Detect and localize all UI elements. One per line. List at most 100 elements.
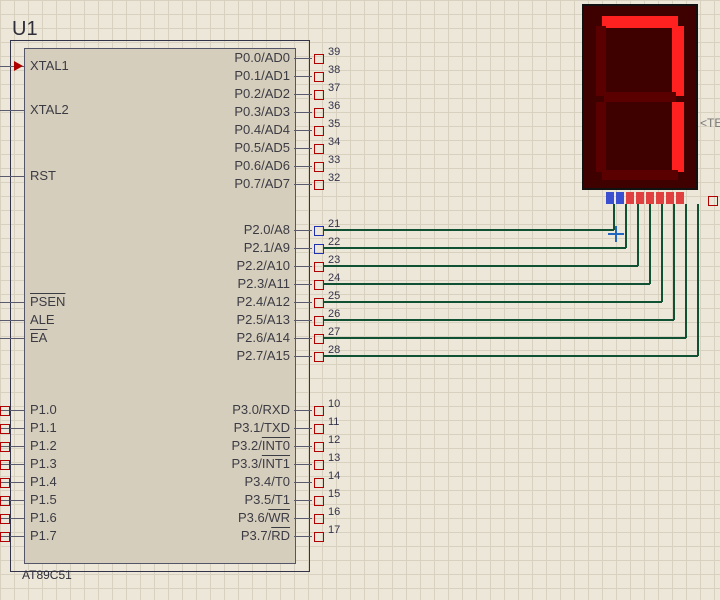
pin-stub (294, 284, 312, 285)
pin-number: 38 (328, 64, 340, 76)
left-pin-label: XTAL2 (30, 102, 69, 117)
pin-pad[interactable] (0, 478, 10, 488)
pin-number: 13 (328, 452, 340, 464)
right-pin-label: P3.6/WR (238, 510, 290, 525)
pin-stub (294, 94, 312, 95)
display-text-label: <TE (700, 116, 720, 130)
pin-stub (294, 518, 312, 519)
right-pin-label: P2.1/A9 (244, 240, 290, 255)
display-pin (606, 192, 614, 204)
right-pin-label: P2.4/A12 (237, 294, 291, 309)
pin-stub (294, 166, 312, 167)
pin-pad[interactable] (314, 352, 324, 362)
pin-stub (0, 110, 24, 111)
wire (324, 265, 638, 267)
wire (685, 204, 687, 338)
pin-number: 39 (328, 46, 340, 58)
arrow-icon (14, 61, 23, 71)
pin-pad[interactable] (314, 262, 324, 272)
pin-pad[interactable] (0, 532, 10, 542)
pin-pad[interactable] (314, 108, 324, 118)
pin-pad[interactable] (314, 514, 324, 524)
pin-pad[interactable] (314, 316, 324, 326)
pin-pad[interactable] (0, 460, 10, 470)
reference-label: U1 (12, 18, 38, 41)
display-extra-pad (708, 196, 718, 206)
pin-stub (294, 184, 312, 185)
wire (324, 337, 686, 339)
right-pin-label: P2.3/A11 (237, 276, 290, 291)
pin-stub (0, 176, 24, 177)
right-pin-label: P3.0/RXD (232, 402, 290, 417)
pin-pad[interactable] (314, 162, 324, 172)
wire (661, 204, 663, 302)
wire (697, 204, 699, 356)
pin-stub (294, 58, 312, 59)
pin-stub (294, 112, 312, 113)
wire (324, 283, 650, 285)
pin-number: 10 (328, 398, 340, 410)
pin-pad[interactable] (314, 54, 324, 64)
right-pin-label: P0.5/AD5 (234, 140, 290, 155)
left-pin-label: P1.2 (30, 438, 57, 453)
pin-pad[interactable] (314, 442, 324, 452)
pin-pad[interactable] (0, 442, 10, 452)
pin-pad[interactable] (314, 334, 324, 344)
right-pin-label: P2.7/A15 (237, 348, 291, 363)
pin-number: 14 (328, 470, 340, 482)
pin-pad[interactable] (314, 478, 324, 488)
pin-number: 11 (328, 416, 339, 428)
pin-stub (294, 500, 312, 501)
right-pin-label: P3.2/INT0 (231, 438, 290, 453)
left-pin-label: PSEN (30, 294, 65, 309)
pin-pad[interactable] (314, 424, 324, 434)
segment-a (602, 16, 678, 28)
pin-pad[interactable] (314, 298, 324, 308)
pin-pad[interactable] (314, 72, 324, 82)
left-pin-label: ALE (30, 312, 55, 327)
wire (324, 319, 674, 321)
wire (613, 204, 615, 230)
pin-pad[interactable] (314, 496, 324, 506)
wire (324, 247, 626, 249)
pin-pad[interactable] (0, 496, 10, 506)
pin-pad[interactable] (314, 126, 324, 136)
display-pin-bar (606, 192, 706, 204)
segment-d (602, 170, 678, 180)
segment-f (596, 26, 606, 96)
seven-segment-display[interactable] (582, 4, 698, 190)
pin-pad[interactable] (314, 90, 324, 100)
pin-number: 36 (328, 100, 340, 112)
pin-pad[interactable] (314, 244, 324, 254)
display-pin (636, 192, 644, 204)
pin-pad[interactable] (0, 514, 10, 524)
right-pin-label: P0.7/AD7 (234, 176, 290, 191)
pin-pad[interactable] (0, 424, 10, 434)
right-pin-label: P0.6/AD6 (234, 158, 290, 173)
left-pin-label: P1.6 (30, 510, 57, 525)
pin-stub (294, 230, 312, 231)
pin-pad[interactable] (314, 144, 324, 154)
pin-stub (0, 302, 24, 303)
segment-b (672, 26, 684, 96)
wire (673, 204, 675, 320)
pin-pad[interactable] (314, 406, 324, 416)
pin-pad[interactable] (314, 532, 324, 542)
pin-pad[interactable] (0, 406, 10, 416)
pin-pad[interactable] (314, 280, 324, 290)
left-pin-label: P1.7 (30, 528, 57, 543)
right-pin-label: P3.7/RD (241, 528, 290, 543)
pin-stub (294, 428, 312, 429)
wire (625, 204, 627, 248)
pin-pad[interactable] (314, 460, 324, 470)
pin-number: 15 (328, 488, 340, 500)
pin-pad[interactable] (314, 180, 324, 190)
pin-stub (0, 338, 24, 339)
pin-stub (294, 464, 312, 465)
segment-e (596, 102, 606, 172)
right-pin-label: P0.4/AD4 (234, 122, 290, 137)
pin-stub (294, 302, 312, 303)
pin-pad[interactable] (314, 226, 324, 236)
segment-c (672, 102, 684, 172)
display-pin (626, 192, 634, 204)
